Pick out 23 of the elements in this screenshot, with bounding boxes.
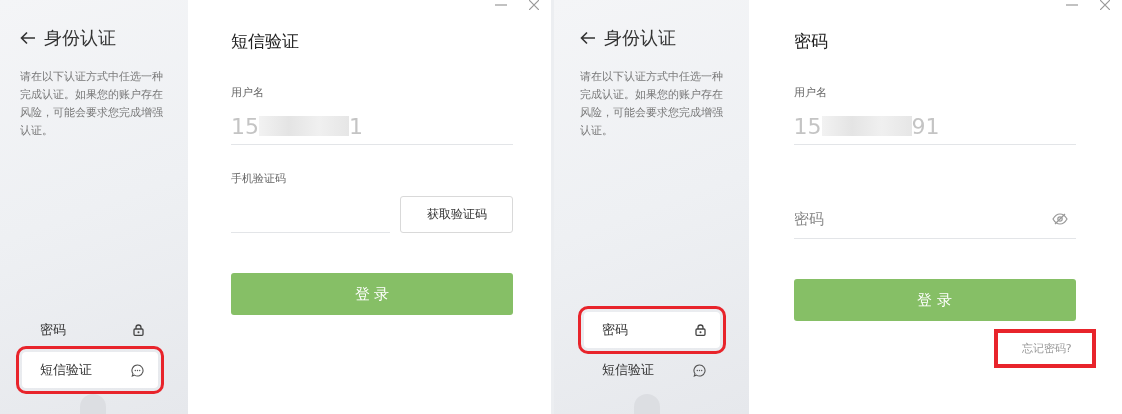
field-label: 用户名: [793, 85, 828, 100]
auth-method-item[interactable]: 短信验证: [583, 352, 720, 388]
close-icon[interactable]: [528, 0, 539, 10]
get-code-button[interactable]: 获取验证码: [400, 196, 513, 233]
form-title: 密码: [793, 30, 829, 53]
sidebar-title: 身份认证: [44, 26, 116, 50]
description-text: 请在以下认证方式中任选一种完成认证。如果您的账户存在风险，可能会要求您完成增强认证。: [20, 69, 164, 139]
field-label: 手机验证码: [231, 171, 287, 186]
close-icon[interactable]: [1100, 0, 1110, 10]
back-arrow-icon[interactable]: [579, 31, 596, 45]
lock-icon: [133, 324, 144, 336]
sidebar-title: 身份认证: [603, 26, 676, 50]
chat-bubble-icon: [131, 363, 144, 377]
field-label: 用户名: [231, 85, 265, 100]
password-field[interactable]: 密码: [793, 199, 1076, 239]
auth-method-item[interactable]: 密码: [22, 312, 158, 348]
form-title: 短信验证: [231, 30, 300, 53]
minimize-icon[interactable]: [494, 4, 507, 6]
lock-icon: [694, 324, 706, 336]
description-text: 请在以下认证方式中任选一种完成认证。如果您的账户存在风险，可能会要求您完成增强认证。: [579, 69, 724, 139]
chat-bubble-icon: [692, 363, 706, 377]
back-arrow-icon[interactable]: [20, 31, 36, 45]
eye-slash-icon[interactable]: [1051, 213, 1068, 225]
